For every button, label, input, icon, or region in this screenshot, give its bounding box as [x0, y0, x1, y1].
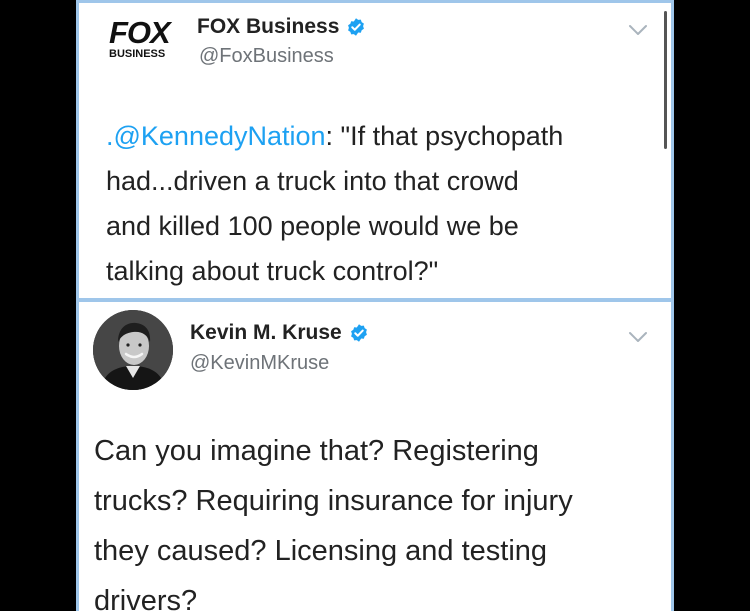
scrollbar[interactable] [664, 11, 667, 149]
tweet-fox-business[interactable]: FOX BUSINESS FOX Business @FoxBusiness .… [79, 0, 671, 298]
tweet-text: .@KennedyNation: "If that psychopath had… [106, 114, 563, 294]
avatar[interactable] [93, 310, 173, 390]
tweet-text-line-3: they caused? Licensing and testing [94, 535, 548, 567]
tweet-text-line-1: Can you imagine that? Registering [94, 435, 539, 467]
tweet-text-line-4: drivers? [94, 585, 198, 611]
tweet-text-line-3: and killed 100 people would we be [106, 211, 519, 241]
fox-business-logo[interactable]: FOX BUSINESS [109, 17, 183, 65]
logo-fox-text: FOX [109, 15, 171, 50]
verified-badge-icon [350, 324, 367, 342]
author-name-label: Kevin M. Kruse [190, 321, 342, 344]
author-handle[interactable]: @FoxBusiness [199, 45, 334, 68]
author-name-label: FOX Business [197, 15, 340, 38]
avatar-portrait [93, 310, 173, 390]
chevron-down-icon[interactable] [627, 330, 649, 344]
author-handle[interactable]: @KevinMKruse [190, 352, 329, 375]
tweet-text-line-1: .@KennedyNation: "If that psychopath [106, 121, 564, 151]
logo-business-text: BUSINESS [109, 48, 166, 60]
mention-link[interactable]: .@KennedyNation [106, 121, 326, 151]
author-name[interactable]: Kevin M. Kruse [190, 321, 369, 345]
chevron-down-icon[interactable] [627, 23, 649, 37]
tweet-text-line-4: talking about truck control?" [106, 256, 439, 286]
tweet-kevin-kruse[interactable]: Kevin M. Kruse @KevinMKruse Can you imag… [79, 302, 671, 611]
tweet-text: Can you imagine that? Registering trucks… [94, 426, 573, 611]
tweet-thread-screenshot: FOX BUSINESS FOX Business @FoxBusiness .… [76, 0, 674, 611]
author-name[interactable]: FOX Business [197, 15, 366, 39]
tweet-text-line-2: had...driven a truck into that crowd [106, 166, 519, 196]
tweet-text-line-2: trucks? Requiring insurance for injury [94, 485, 573, 517]
verified-badge-icon [348, 18, 365, 36]
